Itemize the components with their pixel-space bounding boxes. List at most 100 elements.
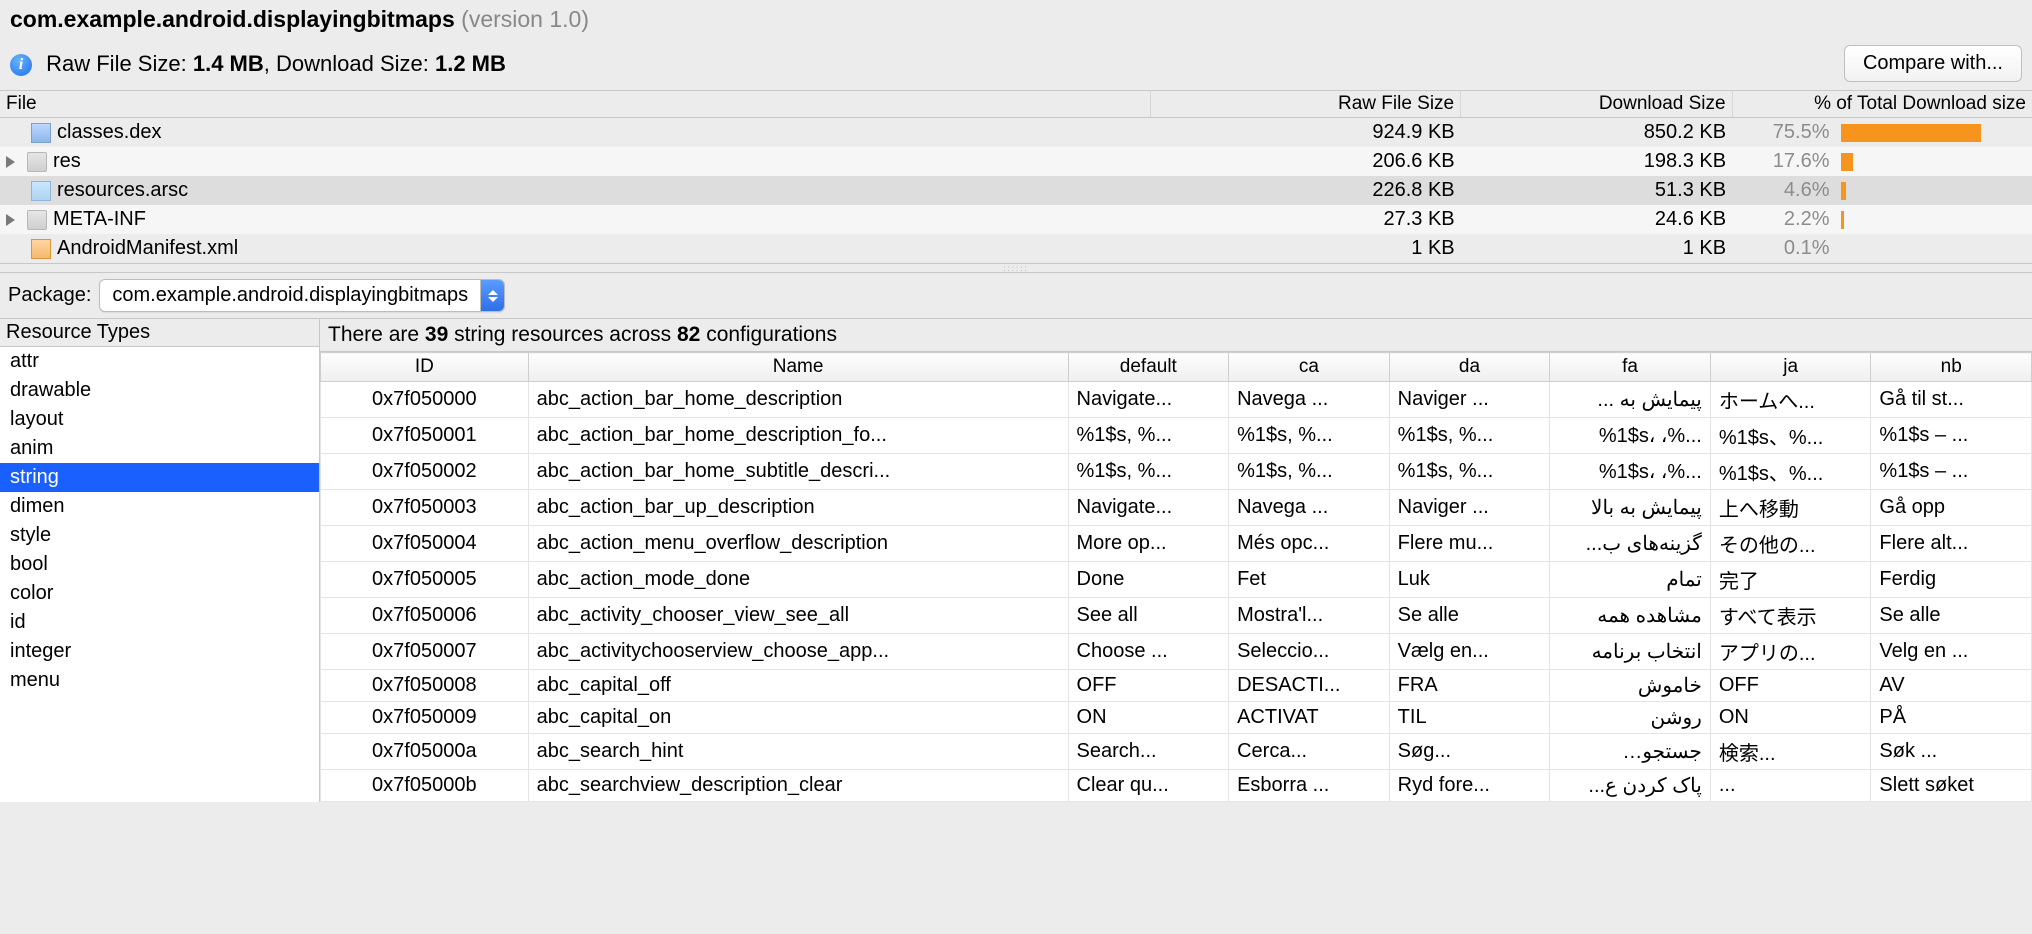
string-value-nb: PÅ <box>1871 702 2032 734</box>
resource-type-item[interactable]: drawable <box>0 376 319 405</box>
version-label: (version 1.0) <box>461 6 589 32</box>
string-col-header[interactable]: ja <box>1710 353 1871 382</box>
string-name: abc_search_hint <box>528 734 1068 770</box>
string-id: 0x7f050006 <box>321 598 529 634</box>
string-name: abc_action_mode_done <box>528 562 1068 598</box>
resource-type-item[interactable]: bool <box>0 550 319 579</box>
file-name: AndroidManifest.xml <box>57 237 238 260</box>
string-id: 0x7f050003 <box>321 490 529 526</box>
string-value-ca: %1$s, %... <box>1229 418 1390 454</box>
resource-type-item[interactable]: menu <box>0 666 319 695</box>
string-col-header[interactable]: fa <box>1550 353 1711 382</box>
string-value-ca: Esborra ... <box>1229 770 1390 802</box>
string-value-da: TIL <box>1389 702 1550 734</box>
string-row[interactable]: 0x7f05000babc_searchview_description_cle… <box>321 770 2032 802</box>
col-raw[interactable]: Raw File Size <box>1150 91 1460 118</box>
string-value-fa: پیمایش به ... <box>1550 382 1711 418</box>
string-value-da: Ryd fore... <box>1389 770 1550 802</box>
disclosure-triangle-icon[interactable] <box>6 156 15 168</box>
package-select[interactable]: com.example.android.displayingbitmaps <box>99 279 505 312</box>
string-row[interactable]: 0x7f050007abc_activitychooserview_choose… <box>321 634 2032 670</box>
compare-with-button[interactable]: Compare with... <box>1844 45 2022 82</box>
string-id: 0x7f05000b <box>321 770 529 802</box>
string-row[interactable]: 0x7f050008abc_capital_offOFFDESACTI...FR… <box>321 670 2032 702</box>
resource-type-item[interactable]: attr <box>0 347 319 376</box>
string-name: abc_capital_on <box>528 702 1068 734</box>
string-row[interactable]: 0x7f050003abc_action_bar_up_descriptionN… <box>321 490 2032 526</box>
string-value-nb: Slett søket <box>1871 770 2032 802</box>
resource-type-item[interactable]: string <box>0 463 319 492</box>
string-value-fa: گزینه‌های ب... <box>1550 526 1711 562</box>
string-value-default: More op... <box>1068 526 1229 562</box>
download-size: 198.3 KB <box>1461 147 1732 176</box>
string-col-header[interactable]: default <box>1068 353 1229 382</box>
string-row[interactable]: 0x7f05000aabc_search_hintSearch...Cerca.… <box>321 734 2032 770</box>
select-arrows-icon <box>480 280 504 311</box>
file-row[interactable]: AndroidManifest.xml1 KB1 KB0.1% <box>0 234 2032 263</box>
string-value-nb: Flere alt... <box>1871 526 2032 562</box>
string-value-nb: %1$s – ... <box>1871 454 2032 490</box>
string-value-fa: روشن <box>1550 702 1711 734</box>
string-id: 0x7f050001 <box>321 418 529 454</box>
string-value-fa: انتخاب برنامه <box>1550 634 1711 670</box>
string-value-ja: ON <box>1710 702 1871 734</box>
string-value-default: Clear qu... <box>1068 770 1229 802</box>
size-bar <box>1841 124 1981 142</box>
file-name: resources.arsc <box>57 179 188 202</box>
string-value-da: %1$s, %... <box>1389 454 1550 490</box>
file-type-icon <box>27 210 47 230</box>
col-download[interactable]: Download Size <box>1461 91 1732 118</box>
split-divider[interactable]: :::::: <box>0 263 2032 273</box>
string-row[interactable]: 0x7f050002abc_action_bar_home_subtitle_d… <box>321 454 2032 490</box>
resource-type-item[interactable]: dimen <box>0 492 319 521</box>
string-value-da: Luk <box>1389 562 1550 598</box>
file-row[interactable]: classes.dex924.9 KB850.2 KB75.5% <box>0 118 2032 148</box>
string-value-default: Navigate... <box>1068 490 1229 526</box>
string-value-da: FRA <box>1389 670 1550 702</box>
string-value-ca: Navega ... <box>1229 382 1390 418</box>
resource-type-item[interactable]: color <box>0 579 319 608</box>
file-row[interactable]: META-INF27.3 KB24.6 KB2.2% <box>0 205 2032 234</box>
disclosure-triangle-icon[interactable] <box>6 214 15 226</box>
raw-size: 226.8 KB <box>1150 176 1460 205</box>
file-size-table: File Raw File Size Download Size % of To… <box>0 90 2032 263</box>
resource-type-item[interactable]: id <box>0 608 319 637</box>
file-row[interactable]: resources.arsc226.8 KB51.3 KB4.6% <box>0 176 2032 205</box>
string-resources-table: IDNamedefaultcadafajanb 0x7f050000abc_ac… <box>320 352 2032 802</box>
string-name: abc_searchview_description_clear <box>528 770 1068 802</box>
string-value-ja: 検索... <box>1710 734 1871 770</box>
string-name: abc_action_bar_home_description_fo... <box>528 418 1068 454</box>
raw-size: 1 KB <box>1150 234 1460 263</box>
string-value-default: Search... <box>1068 734 1229 770</box>
string-row[interactable]: 0x7f050004abc_action_menu_overflow_descr… <box>321 526 2032 562</box>
string-value-default: ON <box>1068 702 1229 734</box>
string-col-header[interactable]: ca <box>1229 353 1390 382</box>
string-row[interactable]: 0x7f050006abc_activity_chooser_view_see_… <box>321 598 2032 634</box>
dl-size-value: 1.2 MB <box>435 51 506 76</box>
string-name: abc_action_bar_home_subtitle_descri... <box>528 454 1068 490</box>
string-col-header[interactable]: ID <box>321 353 529 382</box>
string-value-da: Naviger ... <box>1389 490 1550 526</box>
string-col-header[interactable]: nb <box>1871 353 2032 382</box>
string-id: 0x7f050009 <box>321 702 529 734</box>
string-row[interactable]: 0x7f050001abc_action_bar_home_descriptio… <box>321 418 2032 454</box>
raw-size: 206.6 KB <box>1150 147 1460 176</box>
string-value-ca: ACTIVAT <box>1229 702 1390 734</box>
file-name: META-INF <box>53 208 146 231</box>
string-col-header[interactable]: da <box>1389 353 1550 382</box>
string-row[interactable]: 0x7f050009abc_capital_onONACTIVATTILروشن… <box>321 702 2032 734</box>
col-pct[interactable]: % of Total Download size <box>1732 91 2032 118</box>
string-value-ja: 完了 <box>1710 562 1871 598</box>
string-col-header[interactable]: Name <box>528 353 1068 382</box>
resource-type-item[interactable]: layout <box>0 405 319 434</box>
string-row[interactable]: 0x7f050005abc_action_mode_doneDoneFetLuk… <box>321 562 2032 598</box>
resource-type-item[interactable]: anim <box>0 434 319 463</box>
resource-type-item[interactable]: integer <box>0 637 319 666</box>
string-row[interactable]: 0x7f050000abc_action_bar_home_descriptio… <box>321 382 2032 418</box>
resource-type-item[interactable]: style <box>0 521 319 550</box>
string-id: 0x7f05000a <box>321 734 529 770</box>
col-file[interactable]: File <box>0 91 1150 118</box>
file-name: res <box>53 150 81 173</box>
string-value-nb: Velg en ... <box>1871 634 2032 670</box>
file-row[interactable]: res206.6 KB198.3 KB17.6% <box>0 147 2032 176</box>
